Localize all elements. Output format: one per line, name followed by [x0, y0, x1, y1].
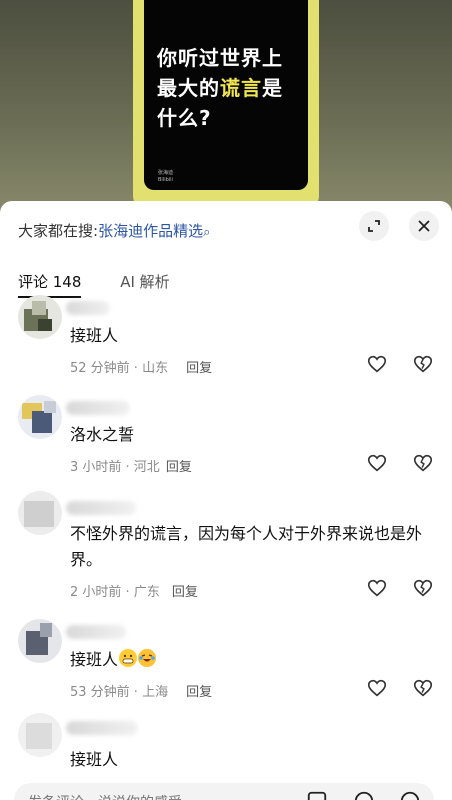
video-watermark: 张海迪 Bilibili [158, 170, 173, 184]
avatar-image [18, 491, 62, 535]
avatar[interactable] [18, 713, 62, 757]
reply-button[interactable]: 回复 [172, 585, 198, 600]
search-suggestion-prefix: 大家都在搜: [18, 222, 99, 240]
expand-button[interactable] [359, 211, 389, 241]
search-suggestion[interactable]: 大家都在搜:张海迪作品精选⌕ [18, 220, 210, 241]
reply-button[interactable]: 回复 [186, 361, 212, 376]
avatar[interactable] [18, 491, 62, 535]
search-icon: ⌕ [203, 225, 211, 240]
laugh-cry-emoji-icon [138, 649, 157, 667]
comment-text-content: 接班人 [70, 650, 119, 669]
caption-white-end: 是 [262, 76, 283, 100]
avatar-image [18, 395, 62, 439]
username-blurred [66, 401, 130, 415]
comment-meta: 3 小时前 · 河北 回复 [70, 456, 192, 475]
grin-emoji-icon [119, 649, 138, 667]
close-button[interactable] [409, 211, 439, 241]
comment-meta: 52 分钟前 · 山东 回复 [70, 357, 212, 376]
avatar-image [18, 619, 62, 663]
avatar[interactable] [18, 619, 62, 663]
comment-text: 不怪外界的谎言，因为每个人对于外界来说也是外界。 [70, 524, 423, 569]
watermark-line1: 张海迪 [158, 170, 174, 176]
comment-input-placeholder: 发条评论，说说你的感受 [28, 792, 182, 800]
comment-sheet: 大家都在搜:张海迪作品精选⌕ 评论 148 AI 解析 接班人 52 分钟前 ·… [0, 201, 452, 800]
tab-ai-analysis[interactable]: AI 解析 [120, 271, 169, 292]
dislike-icon[interactable] [412, 577, 434, 599]
comment-time: 3 小时前 · 河北 [70, 460, 160, 475]
search-suggestion-link[interactable]: 张海迪作品精选 [98, 222, 203, 240]
avatar[interactable] [18, 395, 62, 439]
video-caption-line1: 你听过世界上 [157, 46, 283, 70]
dislike-icon[interactable] [412, 452, 434, 474]
avatar-image [18, 713, 62, 757]
image-icon[interactable] [306, 790, 328, 800]
comment-time: 2 小时前 · 广东 [70, 585, 160, 600]
mention-icon[interactable] [353, 790, 375, 800]
dislike-icon[interactable] [412, 353, 434, 375]
caption-white-part: 最大的 [157, 76, 220, 100]
video-caption-line3: 什么? [157, 106, 212, 130]
close-icon [418, 220, 430, 232]
like-icon[interactable] [366, 452, 388, 474]
emoji-icon[interactable] [399, 790, 421, 800]
comment-time: 53 分钟前 · 上海 [70, 685, 169, 700]
video-caption-line2: 最大的谎言是 [157, 72, 283, 101]
comment-meta: 53 分钟前 · 上海 回复 [70, 681, 212, 700]
reply-button[interactable]: 回复 [166, 460, 192, 475]
comment-text: 接班人 [70, 750, 119, 769]
avatar-image [18, 295, 62, 339]
comment-tabs: 评论 148 AI 解析 [18, 271, 170, 298]
comment-input-bar: 发条评论，说说你的感受 [0, 780, 452, 800]
watermark-line2: Bilibili [158, 177, 173, 183]
like-icon[interactable] [366, 353, 388, 375]
like-icon[interactable] [366, 677, 388, 699]
username-blurred [66, 501, 136, 515]
avatar[interactable] [18, 295, 62, 339]
username-blurred [66, 301, 110, 315]
username-blurred [66, 625, 126, 639]
comment-meta: 2 小时前 · 广东 回复 [70, 581, 198, 600]
caption-highlight: 谎言 [220, 76, 262, 100]
tab-comments[interactable]: 评论 148 [18, 271, 82, 298]
dislike-icon[interactable] [412, 677, 434, 699]
expand-icon [368, 220, 380, 232]
comment-text: 洛水之誓 [70, 425, 135, 444]
comment-text: 接班人 [70, 647, 430, 673]
comment-time: 52 分钟前 · 山东 [70, 361, 169, 376]
like-icon[interactable] [366, 577, 388, 599]
comment-text: 接班人 [70, 326, 119, 345]
reply-button[interactable]: 回复 [186, 685, 212, 700]
username-blurred [66, 721, 138, 735]
